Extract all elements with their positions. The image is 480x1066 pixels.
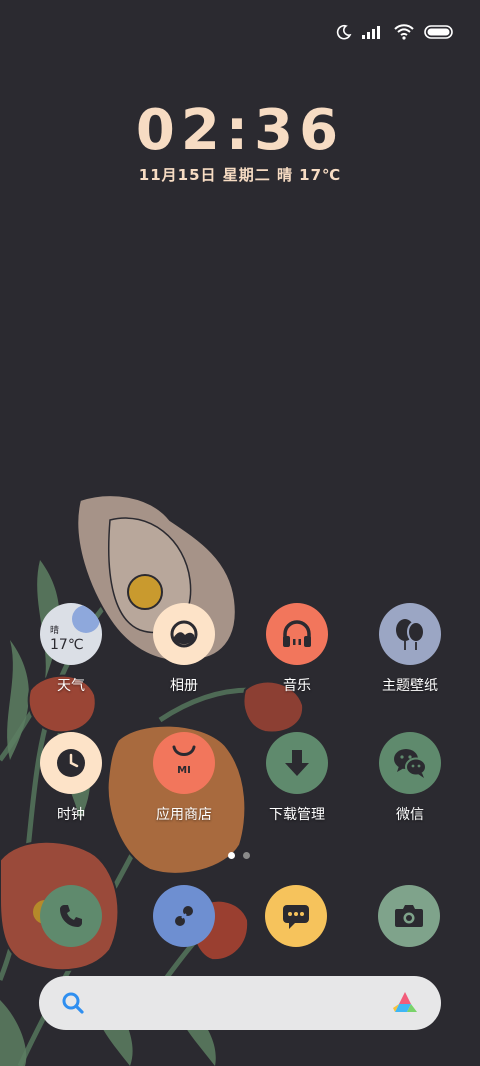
app-label: 音乐 — [283, 678, 311, 694]
app-label: 微信 — [396, 807, 424, 823]
search-icon[interactable] — [61, 991, 85, 1015]
download-arrow-icon — [266, 732, 328, 794]
phone-icon — [60, 905, 82, 927]
dock-messages[interactable] — [265, 885, 327, 947]
moon-icon — [336, 24, 352, 40]
balloons-icon — [379, 603, 441, 665]
dock-contacts[interactable] — [153, 885, 215, 947]
store-badge: MI — [177, 765, 191, 776]
app-weather[interactable]: 晴 17℃ 天气 — [16, 603, 126, 695]
contacts-link-icon — [175, 906, 193, 926]
shopping-bag-icon: MI — [153, 732, 215, 794]
app-store[interactable]: MI 应用商店 — [129, 732, 239, 824]
app-themes[interactable]: 主题壁纸 — [355, 603, 465, 695]
wechat-icon — [379, 732, 441, 794]
app-label: 相册 — [170, 678, 198, 694]
weather-temperature: 17℃ — [50, 637, 84, 653]
message-icon — [283, 905, 309, 929]
clock-icon — [40, 732, 102, 794]
app-label: 天气 — [57, 678, 85, 694]
dock-phone[interactable] — [40, 885, 102, 947]
battery-icon — [424, 25, 453, 39]
weather-condition: 晴 — [50, 626, 60, 636]
app-label: 下载管理 — [269, 807, 325, 823]
clock-time[interactable]: 02:36 — [0, 98, 480, 163]
app-wechat[interactable]: 微信 — [355, 732, 465, 824]
page-dot — [243, 852, 250, 859]
app-music[interactable]: 音乐 — [242, 603, 352, 695]
status-bar — [336, 20, 454, 44]
weather-icon: 晴 17℃ — [40, 603, 102, 665]
app-label: 应用商店 — [156, 807, 212, 823]
gallery-icon — [153, 603, 215, 665]
headphones-icon — [266, 603, 328, 665]
date-weather-line[interactable]: 11月15日 星期二 晴 17℃ — [0, 164, 480, 185]
page-dot-active — [228, 852, 235, 859]
app-label: 时钟 — [57, 807, 85, 823]
wifi-icon — [394, 24, 414, 40]
app-clock[interactable]: 时钟 — [16, 732, 126, 824]
app-label: 主题壁纸 — [382, 678, 438, 694]
page-indicator[interactable] — [228, 852, 250, 859]
camera-icon — [395, 905, 423, 927]
search-bar[interactable] — [39, 976, 441, 1030]
dock-camera[interactable] — [378, 885, 440, 947]
assistant-logo-icon[interactable] — [391, 990, 419, 1016]
app-downloads[interactable]: 下载管理 — [242, 732, 352, 824]
app-gallery[interactable]: 相册 — [129, 603, 239, 695]
signal-icon — [362, 26, 380, 39]
